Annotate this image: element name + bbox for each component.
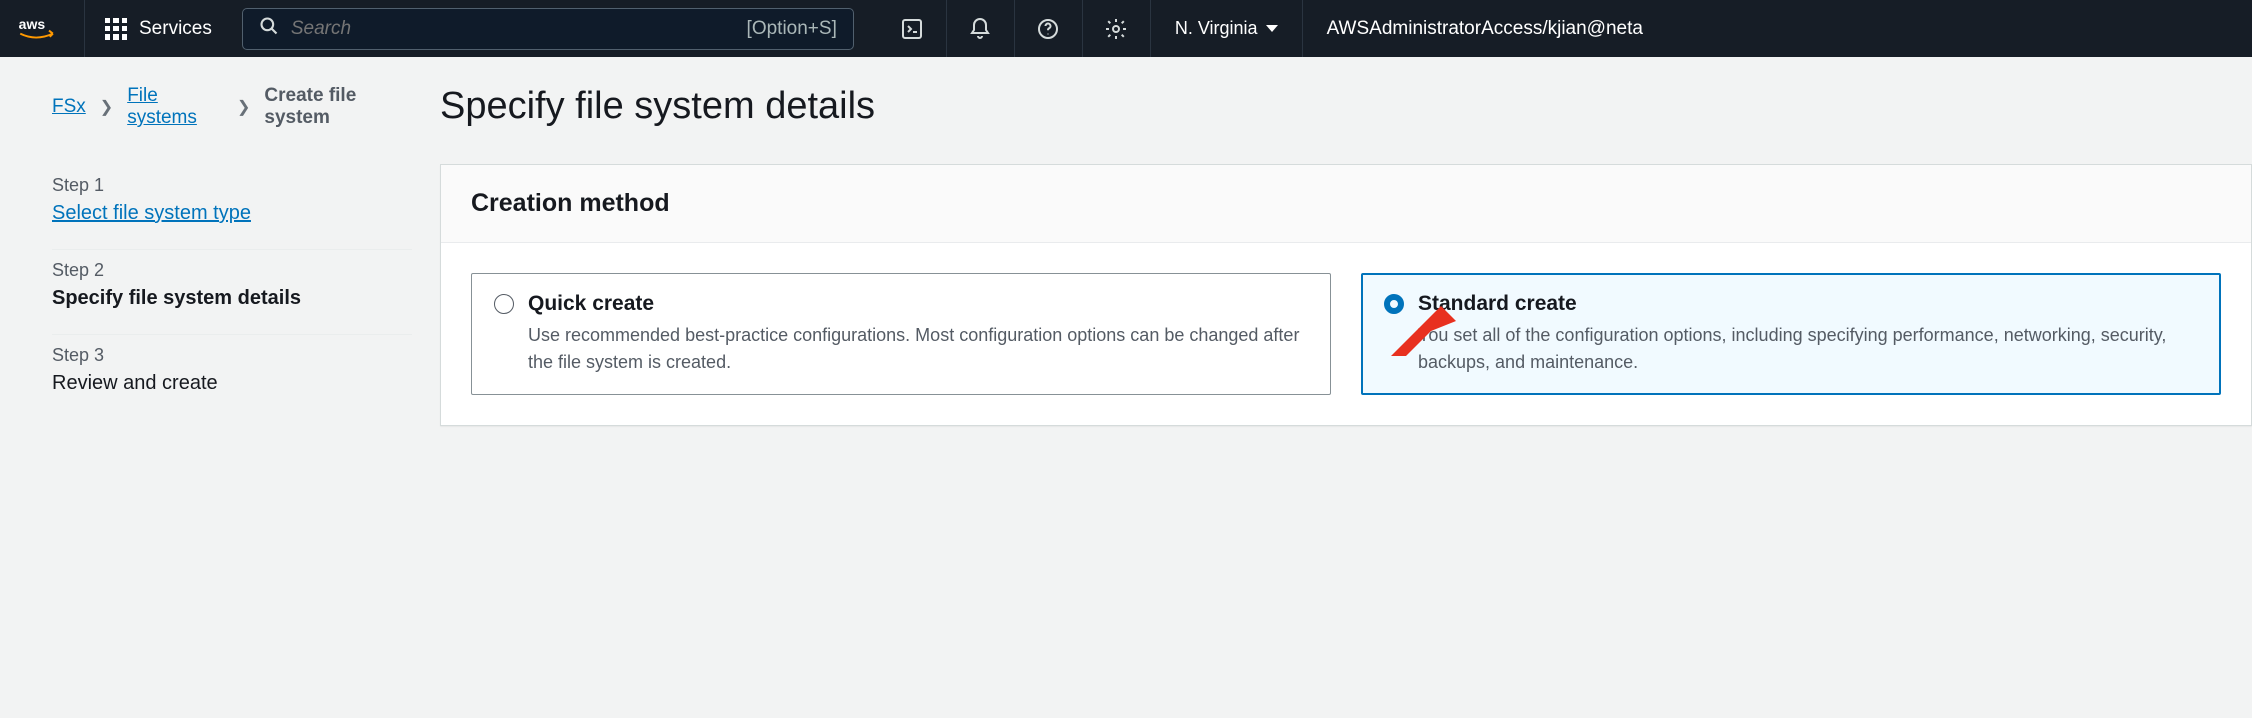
left-column: FSx ❯ File systems ❯ Create file system …: [52, 85, 412, 426]
tile-title: Standard create: [1418, 292, 2198, 316]
services-menu-button[interactable]: Services: [85, 0, 232, 57]
tile-description: Use recommended best-practice configurat…: [528, 322, 1308, 376]
svg-text:aws: aws: [19, 16, 46, 32]
nav-right: N. Virginia AWSAdministratorAccess/kjian…: [878, 0, 1667, 57]
wizard-step-1[interactable]: Step 1 Select file system type: [52, 165, 412, 250]
tile-description: You set all of the configuration options…: [1418, 322, 2198, 376]
radio-selected-icon: [1384, 294, 1404, 314]
tile-quick-create[interactable]: Quick create Use recommended best-practi…: [471, 273, 1331, 395]
search-shortcut-hint: [Option+S]: [747, 18, 837, 40]
breadcrumb-file-systems[interactable]: File systems: [127, 85, 223, 129]
chevron-right-icon: ❯: [100, 97, 113, 117]
notifications-button[interactable]: [946, 0, 1014, 57]
caret-down-icon: [1266, 25, 1278, 32]
main-column: Specify file system details Creation met…: [412, 85, 2252, 426]
step-label: Step 2: [52, 260, 412, 281]
wizard-step-3: Step 3 Review and create: [52, 335, 412, 419]
breadcrumb: FSx ❯ File systems ❯ Create file system: [52, 85, 412, 129]
breadcrumb-current: Create file system: [264, 85, 412, 129]
grid-icon: [105, 18, 127, 40]
account-menu[interactable]: AWSAdministratorAccess/kjian@neta: [1302, 0, 1667, 57]
step-label: Step 1: [52, 175, 412, 196]
page-body: FSx ❯ File systems ❯ Create file system …: [0, 57, 2252, 426]
breadcrumb-fsx[interactable]: FSx: [52, 96, 86, 118]
step-title: Review and create: [52, 372, 412, 395]
search-input[interactable]: [291, 18, 747, 40]
services-label: Services: [139, 18, 212, 40]
help-button[interactable]: [1014, 0, 1082, 57]
cloudshell-button[interactable]: [878, 0, 946, 57]
region-label: N. Virginia: [1175, 18, 1258, 39]
panel-body: Quick create Use recommended best-practi…: [441, 243, 2251, 425]
step-title: Select file system type: [52, 202, 412, 225]
step-title: Specify file system details: [52, 287, 412, 310]
chevron-right-icon: ❯: [237, 97, 250, 117]
account-label: AWSAdministratorAccess/kjian@neta: [1327, 18, 1643, 40]
region-selector[interactable]: N. Virginia: [1150, 0, 1302, 57]
wizard-step-2: Step 2 Specify file system details: [52, 250, 412, 335]
creation-method-panel: Creation method Quick create Use recomme…: [440, 164, 2252, 426]
top-nav: aws Services [Option+S] N. Virginia: [0, 0, 2252, 57]
search-box[interactable]: [Option+S]: [242, 8, 854, 50]
tile-standard-create[interactable]: Standard create You set all of the confi…: [1361, 273, 2221, 395]
aws-logo[interactable]: aws: [0, 0, 85, 57]
step-label: Step 3: [52, 345, 412, 366]
settings-button[interactable]: [1082, 0, 1150, 57]
tile-title: Quick create: [528, 292, 1308, 316]
search-icon: [259, 16, 279, 41]
panel-header: Creation method: [441, 165, 2251, 243]
radio-unselected-icon: [494, 294, 514, 314]
page-title: Specify file system details: [440, 85, 2252, 128]
